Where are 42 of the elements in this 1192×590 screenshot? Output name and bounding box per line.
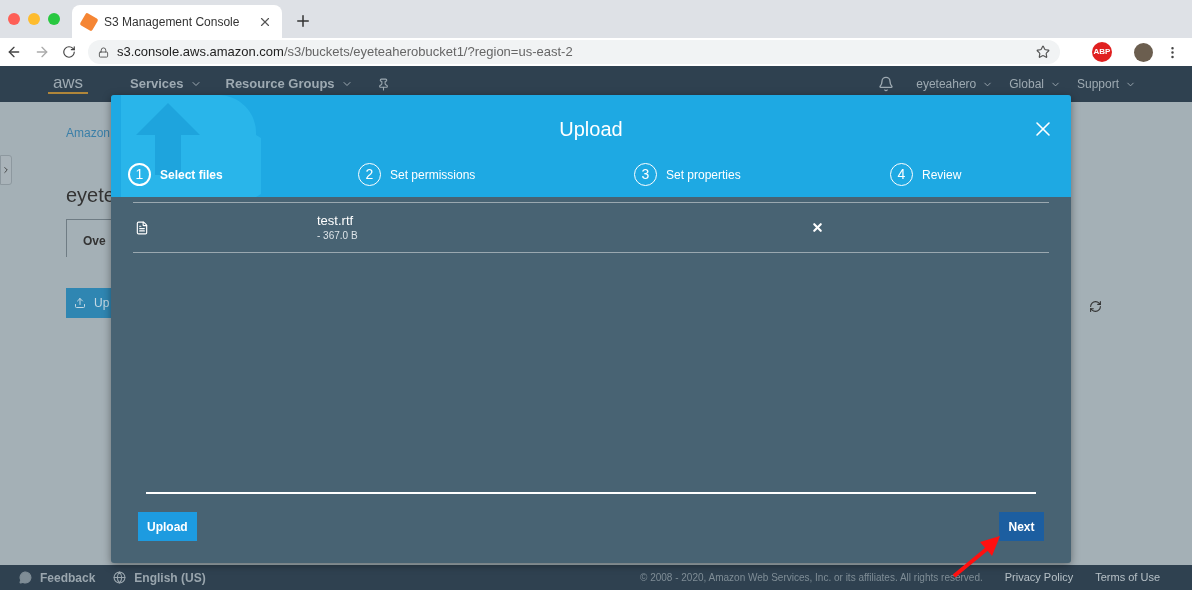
language-selector[interactable]: English (US) [134,568,206,587]
url-text: s3.console.aws.amazon.com/s3/buckets/eyeteaherobucket1/?region=us-east-2 [117,43,574,62]
file-size: - 367.0 B [317,228,359,243]
profile-avatar[interactable] [1134,42,1153,62]
upload-button[interactable]: Up [66,288,111,318]
lock-icon [98,46,109,58]
new-tab-icon[interactable] [294,12,312,30]
next-button[interactable]: Next [999,512,1044,541]
nav-menu[interactable]: Global [1009,75,1061,93]
extension-badge[interactable]: ABP [1092,42,1112,62]
file-name: test.rtf [317,212,355,228]
browser-tab[interactable]: S3 Management Console [72,5,282,38]
footer-link[interactable]: Privacy Policy [1004,569,1074,586]
upload-button[interactable]: Upload [138,512,197,541]
wizard-step[interactable]: 1 Select files [128,163,358,186]
chevron-right-icon [1,165,11,175]
nav-menu[interactable]: Resource Groups [225,74,353,94]
footer-link[interactable]: Terms of Use [1095,569,1160,586]
file-icon [135,220,149,235]
wizard-step[interactable]: 3 Set properties [634,163,890,186]
nav-menu[interactable]: eyeteahero [916,75,994,93]
bookmark-star-icon[interactable] [1036,45,1050,59]
wizard-step[interactable]: 2 Set permissions [358,163,634,186]
upload-icon [74,297,86,309]
address-field[interactable]: s3.console.aws.amazon.com/s3/buckets/eyeteaherobucket1/?region=us-east-2 [88,40,1060,64]
feedback-link[interactable]: Feedback [40,568,96,587]
reload-icon[interactable] [62,45,76,59]
remove-file-icon[interactable] [811,221,824,234]
sidebar-toggle[interactable] [0,155,12,185]
refresh-icon[interactable] [1089,300,1102,313]
nav-menu[interactable]: Support [1076,75,1136,93]
back-icon[interactable] [6,44,22,60]
tab-title: S3 Management Console [104,13,241,31]
pin-icon[interactable] [376,77,390,91]
dialog-title: Upload [559,117,623,142]
aws-logo[interactable]: aws [48,74,88,94]
globe-icon[interactable] [113,571,127,584]
notifications-icon[interactable] [878,76,895,92]
feedback-icon[interactable] [19,571,32,584]
copyright-text: © 2008 - 2020, Amazon Web Services, Inc. or its affiliates. All rights reserved. [640,571,983,585]
wizard-step[interactable]: 4 Review [890,163,1010,186]
nav-menu[interactable]: Services [130,74,202,94]
